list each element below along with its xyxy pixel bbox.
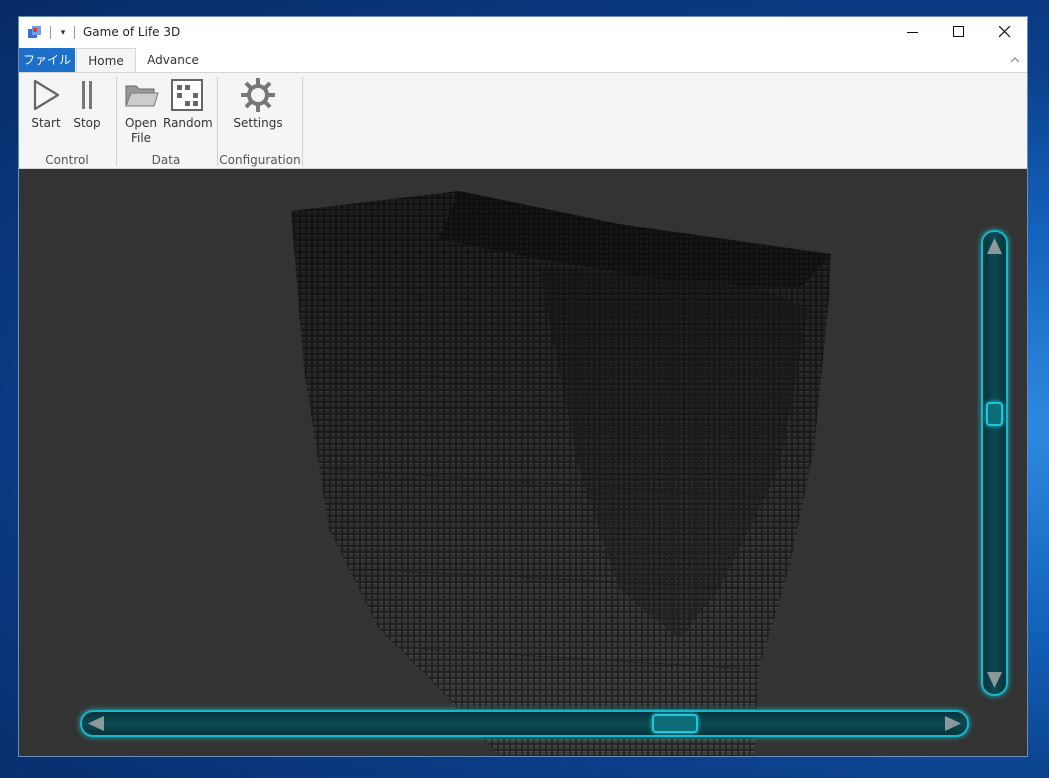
- close-icon: [999, 26, 1011, 38]
- title-bar: ▾ Game of Life 3D: [19, 17, 1027, 48]
- scroll-down-arrow-icon[interactable]: [986, 670, 1003, 690]
- start-label: Start: [31, 116, 61, 130]
- maximize-button[interactable]: [936, 17, 982, 48]
- start-button[interactable]: Start: [29, 77, 63, 131]
- collapse-ribbon-icon[interactable]: [1009, 54, 1021, 66]
- quick-access-dropdown-icon[interactable]: ▾: [58, 24, 68, 40]
- minimize-icon: [907, 32, 918, 33]
- random-button[interactable]: Random: [163, 77, 213, 131]
- tab-home[interactable]: Home: [76, 48, 136, 73]
- open-file-label-line2: File: [130, 131, 152, 145]
- settings-label: Settings: [233, 116, 283, 130]
- maximize-icon: [953, 26, 964, 37]
- scroll-right-arrow-icon[interactable]: [943, 715, 963, 732]
- open-file-button[interactable]: Open File: [122, 77, 160, 146]
- group-label-data: Data: [151, 153, 181, 167]
- life-cube-render: [291, 191, 831, 756]
- stop-label: Stop: [73, 116, 101, 130]
- group-label-configuration: Configuration: [219, 153, 301, 167]
- title-separator: [50, 26, 51, 39]
- minimize-button[interactable]: [890, 17, 936, 48]
- vertical-scroll-thumb[interactable]: [986, 402, 1003, 426]
- tab-file[interactable]: ファイル: [19, 48, 75, 72]
- 3d-viewport[interactable]: [19, 169, 1027, 756]
- tab-advance[interactable]: Advance: [139, 48, 207, 72]
- app-window: ▾ Game of Life 3D ファイル Home Advance Star…: [18, 16, 1028, 757]
- vertical-scrollbar[interactable]: [981, 230, 1008, 696]
- scroll-left-arrow-icon[interactable]: [86, 715, 106, 732]
- folder-icon: [125, 85, 159, 107]
- gear-icon: [241, 78, 275, 112]
- group-label-control: Control: [45, 153, 89, 167]
- app-icon[interactable]: [27, 24, 43, 40]
- random-label: Random: [163, 116, 213, 130]
- play-icon: [33, 79, 60, 111]
- pause-icon: [82, 81, 92, 109]
- ribbon: Start Stop Control Open File Random Data…: [19, 72, 1027, 169]
- title-separator: [74, 26, 75, 39]
- horizontal-scrollbar[interactable]: [80, 710, 969, 737]
- window-title: Game of Life 3D: [83, 25, 181, 39]
- settings-button[interactable]: Settings: [233, 77, 283, 131]
- horizontal-scroll-thumb[interactable]: [652, 714, 698, 733]
- scroll-up-arrow-icon[interactable]: [986, 236, 1003, 256]
- open-file-label-line1: Open: [124, 116, 158, 130]
- group-separator: [302, 77, 303, 166]
- close-button[interactable]: [982, 17, 1027, 48]
- grid-icon: [171, 79, 203, 111]
- ribbon-tabs: ファイル Home Advance: [19, 48, 1027, 73]
- stop-button[interactable]: Stop: [71, 77, 103, 131]
